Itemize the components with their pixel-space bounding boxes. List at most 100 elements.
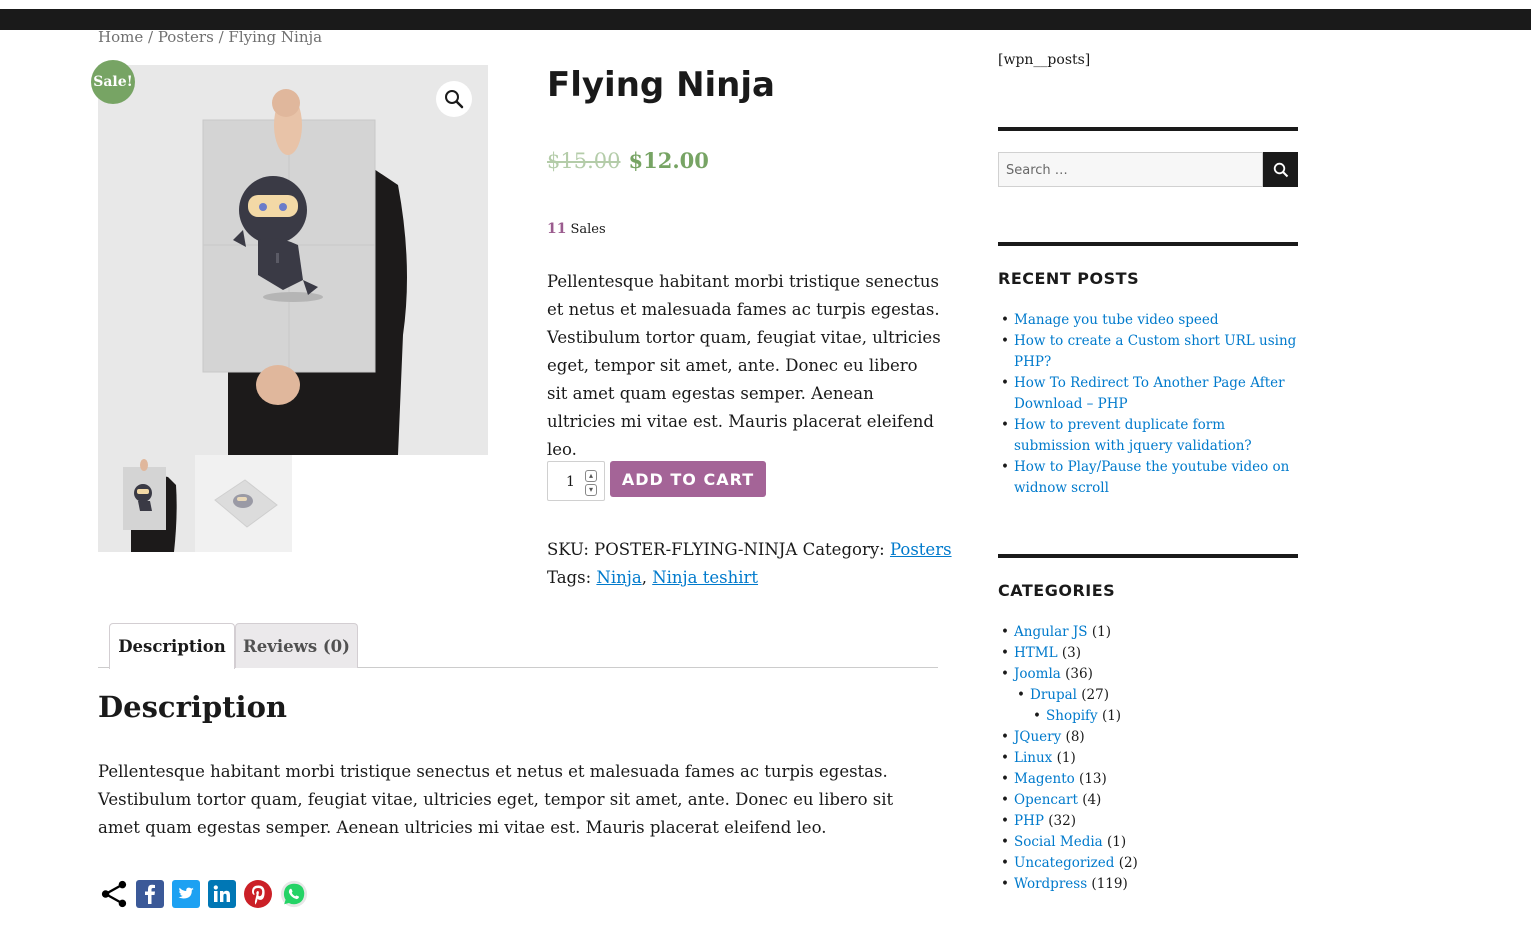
thumbnail-photo xyxy=(98,455,195,552)
magnifier-icon xyxy=(445,90,464,109)
thumbnail-photo xyxy=(195,455,292,552)
list-item: Manage you tube video speed xyxy=(1001,310,1298,331)
linkedin-icon[interactable] xyxy=(208,880,236,908)
list-item: How to prevent duplicate form submission… xyxy=(1001,415,1298,457)
recent-post-link[interactable]: How to prevent duplicate form submission… xyxy=(1014,417,1252,454)
list-item: Uncategorized (2) xyxy=(1001,853,1298,874)
description-heading: Description xyxy=(98,690,287,724)
category-link[interactable]: Social Media xyxy=(1014,834,1103,850)
shortcode-text: [wpn__posts] xyxy=(998,52,1091,68)
list-item: Social Media (1) xyxy=(1001,832,1298,853)
list-item: Wordpress (119) xyxy=(1001,874,1298,895)
list-item: Shopify (1) xyxy=(1033,706,1298,727)
zoom-button[interactable] xyxy=(436,81,472,117)
quantity-spinner[interactable]: ▴ ▾ xyxy=(585,470,597,496)
recent-post-link[interactable]: How To Redirect To Another Page After Do… xyxy=(1014,375,1285,412)
category-count: (119) xyxy=(1091,876,1128,892)
category-count: (36) xyxy=(1065,666,1093,682)
recent-post-link[interactable]: Manage you tube video speed xyxy=(1014,312,1219,328)
list-item: HTML (3) xyxy=(1001,643,1298,664)
list-item: Magento (13) xyxy=(1001,769,1298,790)
share-bar xyxy=(100,880,308,908)
product-thumbnail[interactable] xyxy=(98,455,195,552)
category-count: (32) xyxy=(1048,813,1076,829)
breadcrumb: Home / Posters / Flying Ninja xyxy=(98,28,322,46)
category-label: Category: xyxy=(802,540,885,559)
whatsapp-icon[interactable] xyxy=(280,880,308,908)
list-item: How To Redirect To Another Page After Do… xyxy=(1001,373,1298,415)
search-icon xyxy=(1273,162,1288,177)
list-item: Angular JS (1) xyxy=(1001,622,1298,643)
tag-link-ninja[interactable]: Ninja xyxy=(596,568,641,587)
tags-label: Tags: xyxy=(547,568,592,587)
category-link[interactable]: Wordpress xyxy=(1014,876,1087,892)
widget-divider xyxy=(998,554,1298,558)
product-price: $15.00 $12.00 xyxy=(547,148,709,173)
product-photo xyxy=(98,65,488,455)
quantity-value[interactable]: 1 xyxy=(566,474,575,490)
category-link[interactable]: JQuery xyxy=(1014,729,1061,745)
list-item: JQuery (8) xyxy=(1001,727,1298,748)
breadcrumb-separator: / xyxy=(143,28,158,46)
breadcrumb-category[interactable]: Posters xyxy=(158,28,214,46)
recent-posts-title: RECENT POSTS xyxy=(998,269,1140,288)
categories-list: Angular JS (1) HTML (3) Joomla (36) Drup… xyxy=(998,622,1298,895)
search-input[interactable]: Search … xyxy=(998,152,1263,187)
list-item: Joomla (36) xyxy=(1001,664,1298,685)
recent-post-link[interactable]: How to create a Custom short URL using P… xyxy=(1014,333,1296,370)
sku-line: SKU: POSTER-FLYING-NINJA Category: Poste… xyxy=(547,536,952,564)
product-thumbnail[interactable] xyxy=(195,455,292,552)
category-count: (4) xyxy=(1082,792,1102,808)
sku-value: POSTER-FLYING-NINJA xyxy=(594,540,798,559)
regular-price: $15.00 xyxy=(547,149,621,173)
category-link[interactable]: Magento xyxy=(1014,771,1075,787)
search-button[interactable] xyxy=(1263,152,1298,187)
chevron-down-icon[interactable]: ▾ xyxy=(585,484,597,496)
chevron-up-icon[interactable]: ▴ xyxy=(585,470,597,482)
pinterest-icon[interactable] xyxy=(244,880,272,908)
list-item: How to create a Custom short URL using P… xyxy=(1001,331,1298,373)
list-item: Drupal (27) xyxy=(1017,685,1298,706)
category-count: (8) xyxy=(1065,729,1085,745)
recent-post-link[interactable]: How to Play/Pause the youtube video on w… xyxy=(1014,459,1289,496)
list-item: Opencart (4) xyxy=(1001,790,1298,811)
quantity-stepper[interactable]: 1 ▴ ▾ xyxy=(547,461,605,501)
short-description: Pellentesque habitant morbi tristique se… xyxy=(547,272,941,459)
category-link[interactable]: Shopify xyxy=(1046,708,1098,724)
category-link[interactable]: Joomla xyxy=(1014,666,1061,682)
category-count: (2) xyxy=(1118,855,1138,871)
twitter-icon[interactable] xyxy=(172,880,200,908)
sale-badge: Sale! xyxy=(91,60,135,104)
breadcrumb-separator: / xyxy=(213,28,229,46)
tab-description[interactable]: Description xyxy=(109,623,235,669)
category-count: (1) xyxy=(1056,750,1076,766)
facebook-icon[interactable] xyxy=(136,880,164,908)
breadcrumb-home[interactable]: Home xyxy=(98,28,143,46)
tags-line: Tags: Ninja, Ninja teshirt xyxy=(547,564,952,592)
description-text: Pellentesque habitant morbi tristique se… xyxy=(98,762,894,837)
category-link[interactable]: HTML xyxy=(1014,645,1058,661)
tag-separator: , xyxy=(641,568,647,587)
breadcrumb-current: Flying Ninja xyxy=(228,28,323,46)
category-link[interactable]: Posters xyxy=(890,540,952,559)
tab-reviews[interactable]: Reviews (0) xyxy=(235,623,358,668)
category-link[interactable]: PHP xyxy=(1014,813,1044,829)
category-count: (1) xyxy=(1101,708,1122,724)
category-link[interactable]: Opencart xyxy=(1014,792,1078,808)
product-main-image[interactable] xyxy=(98,65,488,455)
category-count: (1) xyxy=(1107,834,1127,850)
category-count: (1) xyxy=(1091,624,1111,640)
tag-link-ninja-teshirt[interactable]: Ninja teshirt xyxy=(652,568,758,587)
share-icon[interactable] xyxy=(100,880,128,908)
sales-number: 11 xyxy=(547,221,567,237)
list-item: Linux (1) xyxy=(1001,748,1298,769)
category-link[interactable]: Uncategorized xyxy=(1014,855,1114,871)
categories-title: CATEGORIES xyxy=(998,581,1116,600)
sku-label: SKU: xyxy=(547,540,589,559)
category-link[interactable]: Linux xyxy=(1014,750,1052,766)
recent-posts-list: Manage you tube video speed How to creat… xyxy=(998,310,1298,499)
category-link[interactable]: Drupal xyxy=(1030,687,1077,703)
sales-label: Sales xyxy=(570,222,606,237)
category-link[interactable]: Angular JS xyxy=(1014,624,1088,640)
add-to-cart-button[interactable]: ADD TO CART xyxy=(610,461,766,497)
